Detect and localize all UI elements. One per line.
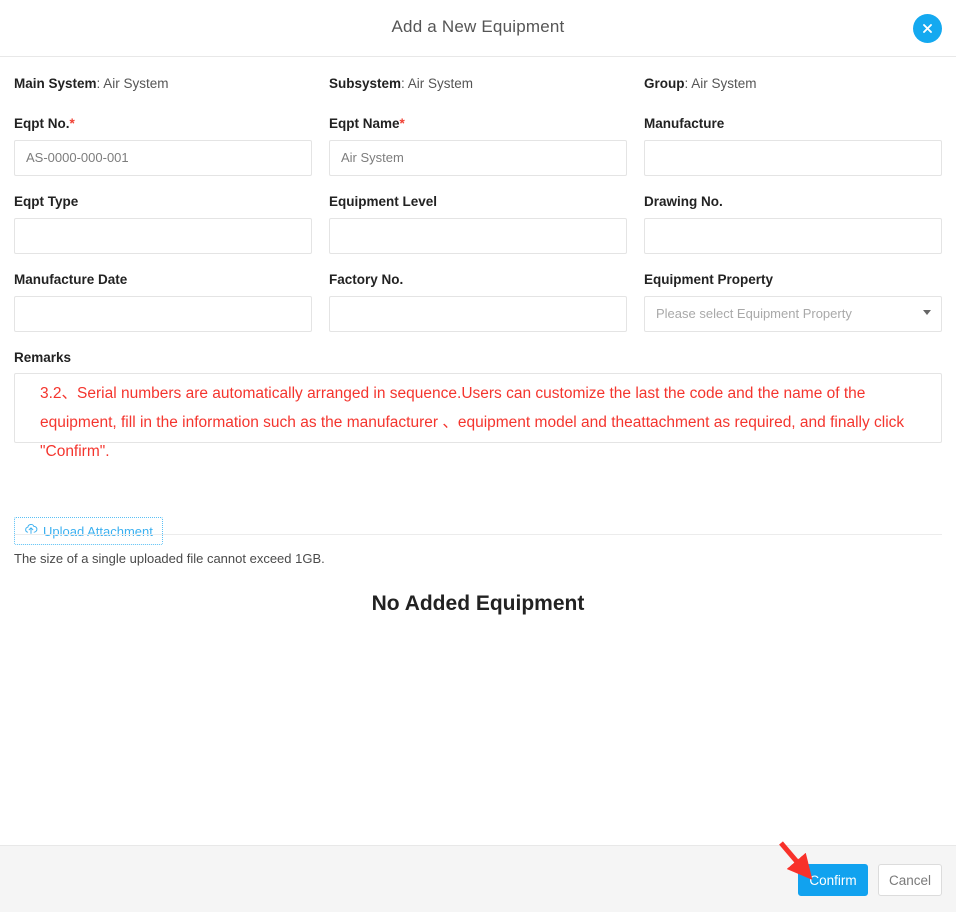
- manufacture-date-input[interactable]: [14, 296, 312, 332]
- cancel-button[interactable]: Cancel: [878, 864, 942, 896]
- manufacture-label: Manufacture: [644, 116, 725, 131]
- remarks-label: Remarks: [14, 350, 72, 365]
- subsystem-info: Subsystem: Air System: [329, 76, 473, 91]
- close-icon[interactable]: [913, 14, 942, 43]
- empty-equipment-message: No Added Equipment: [371, 592, 585, 615]
- cloud-upload-icon: [24, 522, 38, 540]
- manufacture-date-label: Manufacture Date: [14, 272, 128, 287]
- remarks-text: 3.2、Serial numbers are automatically arr…: [40, 385, 905, 460]
- modal-body: Main System: Air System Subsystem: Air S…: [0, 57, 956, 845]
- eqpt-name-label-text: Eqpt Name: [329, 116, 400, 131]
- eqpt-no-label: Eqpt No.*: [14, 116, 75, 131]
- confirm-button[interactable]: Confirm: [798, 864, 868, 896]
- upload-size-hint: The size of a single uploaded file canno…: [14, 551, 325, 566]
- eqpt-name-required-mark: *: [399, 116, 405, 131]
- equipment-property-select[interactable]: Please select Equipment Property: [644, 296, 942, 332]
- modal-title: Add a New Equipment: [391, 17, 565, 36]
- add-equipment-modal: Add a New Equipment Main System: Air Sys…: [0, 0, 956, 912]
- modal-footer: Confirm Cancel: [0, 845, 956, 912]
- eqpt-no-required-mark: *: [69, 116, 75, 131]
- upload-attachment-button[interactable]: Upload Attachment: [14, 517, 163, 545]
- group-info: Group: Air System: [644, 76, 757, 91]
- eqpt-no-label-text: Eqpt No.: [14, 116, 70, 131]
- group-label: Group: [644, 76, 685, 91]
- eqpt-name-input[interactable]: Air System: [329, 140, 627, 176]
- subsystem-separator: :: [401, 76, 408, 91]
- chevron-down-icon: [923, 310, 931, 315]
- equipment-level-input[interactable]: [329, 218, 627, 254]
- equipment-property-label: Equipment Property: [644, 272, 774, 287]
- upload-attachment-label: Upload Attachment: [43, 523, 153, 539]
- drawing-no-input[interactable]: [644, 218, 942, 254]
- subsystem-value: Air System: [407, 76, 474, 91]
- factory-no-input[interactable]: [329, 296, 627, 332]
- equipment-level-label: Equipment Level: [329, 194, 438, 209]
- modal-header: Add a New Equipment: [0, 0, 956, 57]
- eqpt-type-input[interactable]: [14, 218, 312, 254]
- main-system-value: Air System: [103, 76, 169, 91]
- main-system-info: Main System: Air System: [14, 76, 169, 91]
- eqpt-type-label: Eqpt Type: [14, 194, 79, 209]
- eqpt-name-label: Eqpt Name*: [329, 116, 405, 131]
- group-value: Air System: [691, 76, 757, 91]
- section-divider: [14, 534, 942, 535]
- drawing-no-label: Drawing No.: [644, 194, 723, 209]
- equipment-property-placeholder: Please select Equipment Property: [656, 306, 852, 321]
- factory-no-label: Factory No.: [329, 272, 404, 287]
- manufacture-input[interactable]: [644, 140, 942, 176]
- subsystem-label: Subsystem: [329, 76, 402, 91]
- eqpt-no-input[interactable]: AS-0000-000-001: [14, 140, 312, 176]
- main-system-label: Main System: [14, 76, 97, 91]
